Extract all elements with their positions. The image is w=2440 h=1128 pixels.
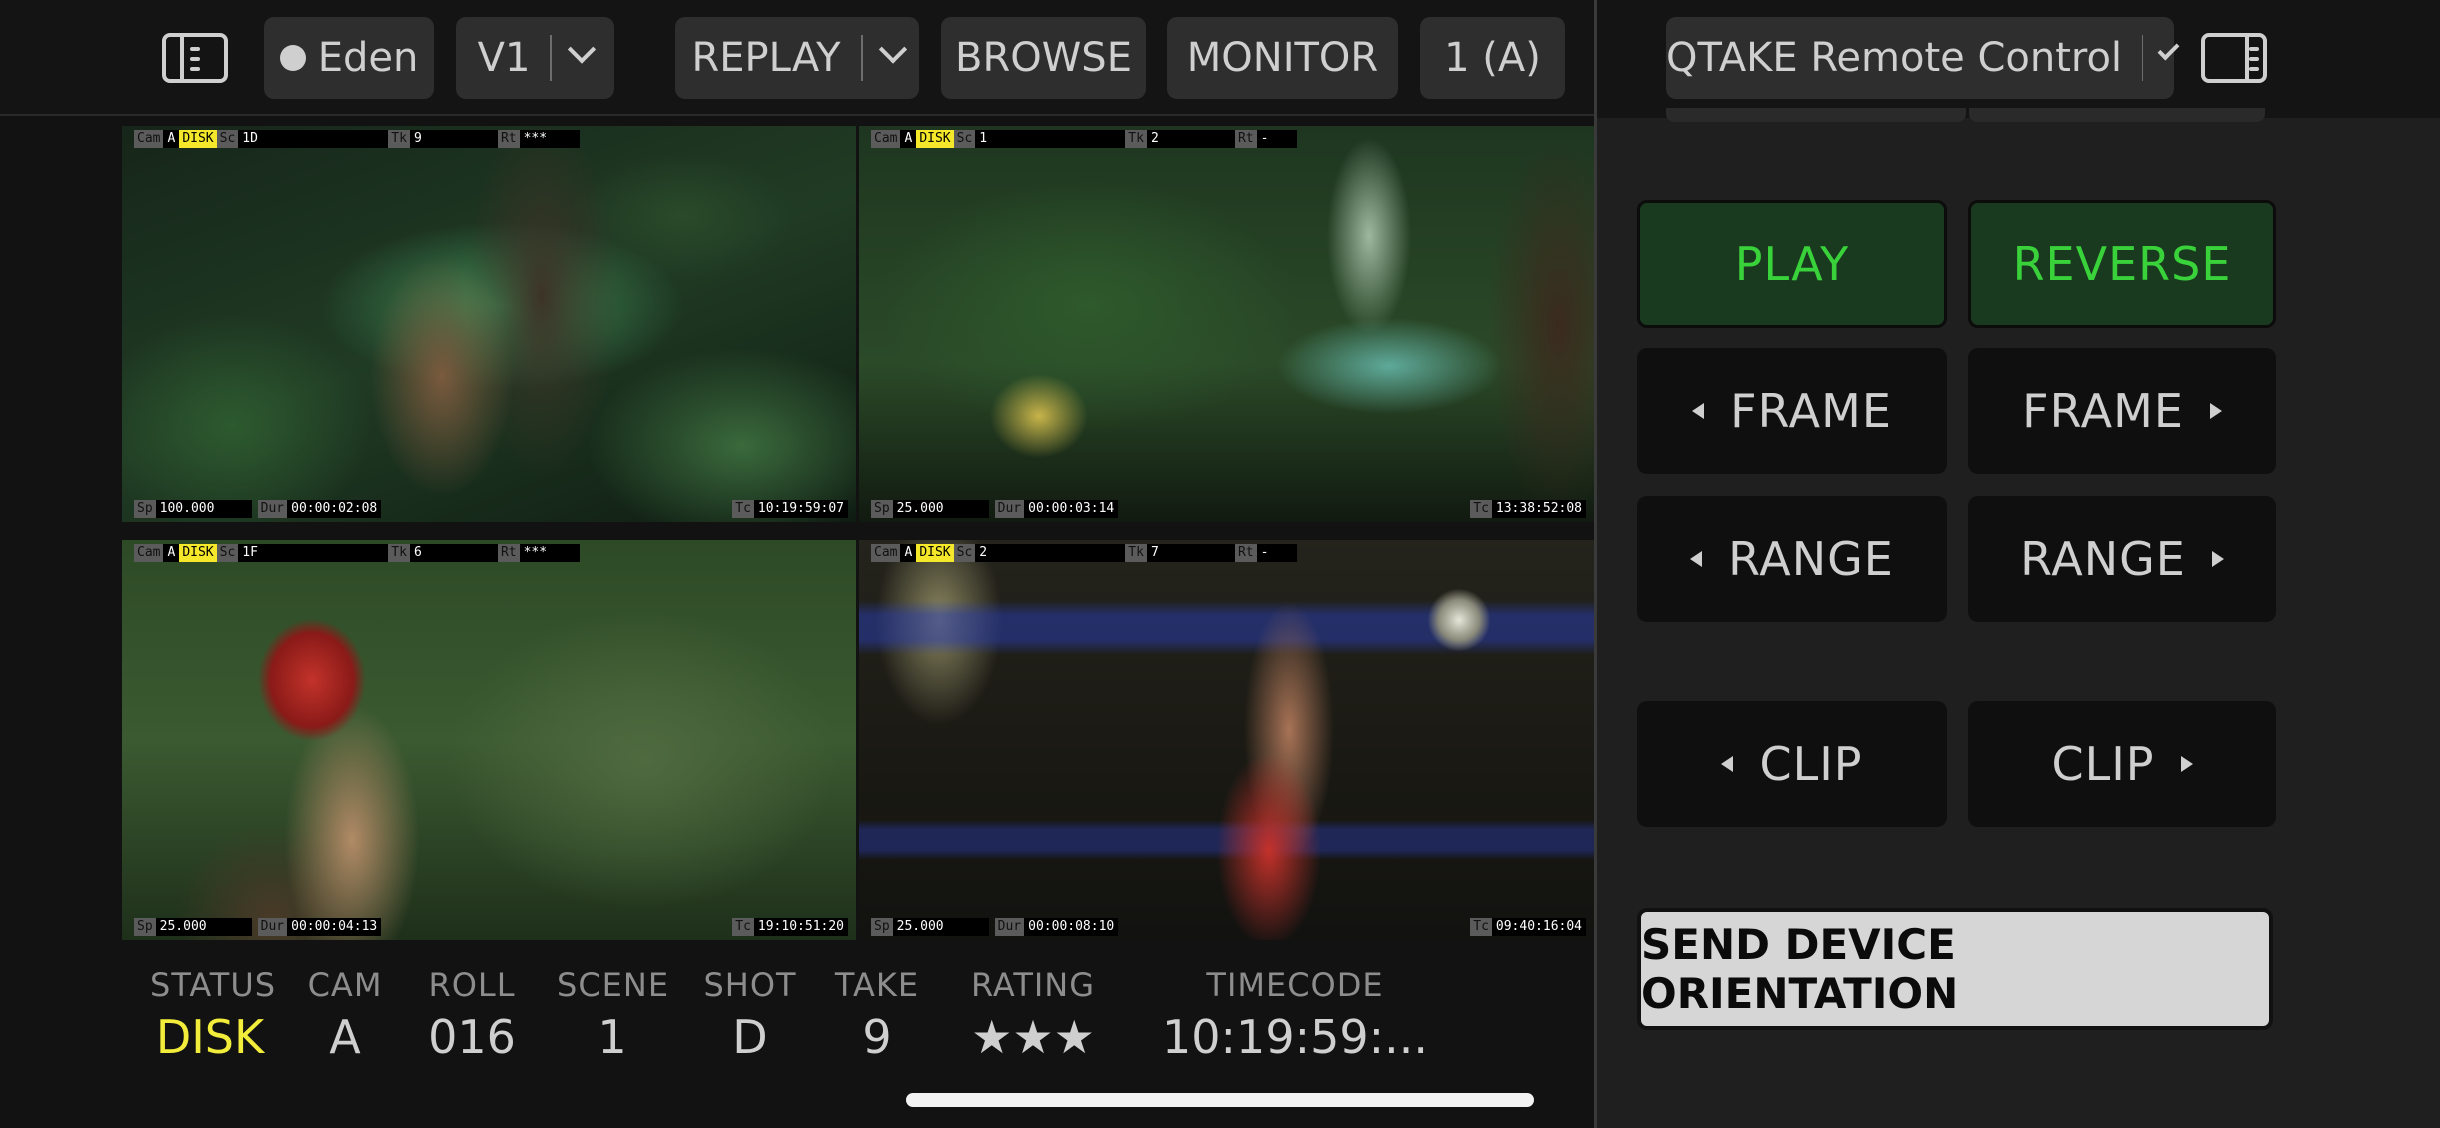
triangle-left-icon [1692, 403, 1705, 419]
meta-cam: CAM A [307, 966, 383, 1064]
remote-header: QTAKE Remote Control [1597, 0, 2440, 118]
view-layout-button[interactable]: 1 (A) [1420, 17, 1565, 99]
clip-header: Cam A DISK Sc 2 Tk 7 Rt - [871, 544, 1297, 562]
status-value: DISK [155, 1010, 265, 1064]
frame-forward-button[interactable]: FRAME [1968, 348, 2276, 474]
disk-badge: DISK [916, 544, 954, 562]
disk-badge: DISK [179, 544, 217, 562]
clip-footer-tc: Tc 19:10:51:20 [732, 918, 848, 936]
clip-footer-left: Sp 25.000 Dur 00:00:03:14 [871, 500, 1119, 518]
triangle-right-icon [2180, 756, 2193, 772]
right-sidebar-toggle-icon[interactable] [2201, 33, 2267, 83]
replay-button[interactable]: REPLAY [675, 17, 919, 99]
video-tile-1[interactable]: Cam A DISK Sc 1D Tk 9 Rt *** Sp 100.000 … [122, 126, 856, 522]
profile-button[interactable]: Eden [264, 17, 434, 99]
meta-take: TAKE 9 [834, 966, 920, 1064]
reverse-button[interactable]: REVERSE [1968, 200, 2276, 328]
meta-status: STATUS DISK [150, 966, 277, 1064]
home-indicator[interactable] [906, 1093, 1534, 1107]
meta-timecode: TIMECODE 10:19:59:... [1162, 966, 1428, 1064]
clip-footer-tc: Tc 09:40:16:04 [1470, 918, 1586, 936]
chevron-down-icon[interactable] [568, 35, 597, 64]
range-back-button[interactable]: RANGE [1637, 496, 1947, 622]
record-dot-icon [279, 45, 306, 71]
remote-title: QTAKE Remote Control [1666, 35, 2123, 81]
browse-button[interactable]: BROWSE [941, 17, 1146, 99]
monitor-button[interactable]: MONITOR [1167, 17, 1398, 99]
disk-badge: DISK [179, 130, 217, 148]
waterfall-pool-frame [859, 126, 1594, 522]
send-device-orientation-button[interactable]: SEND DEVICE ORIENTATION [1637, 908, 2273, 1030]
disk-badge: DISK [916, 130, 954, 148]
video-tile-4[interactable]: Cam A DISK Sc 2 Tk 7 Rt - Sp 25.000 Dur … [859, 540, 1594, 940]
meta-roll: ROLL 016 [428, 966, 516, 1064]
meta-shot: SHOT D [703, 966, 797, 1064]
version-label: V1 [477, 35, 531, 81]
monitor-grid: Cam A DISK Sc 1D Tk 9 Rt *** Sp 100.000 … [122, 124, 1594, 940]
triangle-left-icon [1721, 756, 1734, 772]
play-button[interactable]: PLAY [1637, 200, 1947, 328]
meta-rating: RATING ★★★ [955, 966, 1111, 1064]
chevron-down-icon[interactable] [878, 35, 907, 64]
meta-scene: SCENE 1 [557, 966, 670, 1064]
rating-stars: ★★★ [971, 1010, 1095, 1064]
version-selector[interactable]: V1 [456, 17, 614, 99]
clip-footer-tc: Tc 10:19:59:07 [732, 500, 848, 518]
jungle-woman-frame [122, 126, 856, 522]
clip-header: Cam A DISK Sc 1 Tk 2 Rt - [871, 130, 1297, 148]
clip-header: Cam A DISK Sc 1F Tk 6 Rt *** [134, 544, 580, 562]
clip-forward-button[interactable]: CLIP [1968, 701, 2276, 827]
profile-label: Eden [317, 35, 419, 81]
video-tile-2[interactable]: Cam A DISK Sc 1 Tk 2 Rt - Sp 25.000 Dur … [859, 126, 1594, 522]
remote-selector[interactable]: QTAKE Remote Control [1666, 17, 2180, 99]
video-tile-3[interactable]: Cam A DISK Sc 1F Tk 6 Rt *** Sp 25.000 D… [122, 540, 856, 940]
triangle-right-icon [2211, 551, 2224, 567]
clip-back-button[interactable]: CLIP [1637, 701, 1947, 827]
nightclub-frame [859, 540, 1594, 940]
clip-header: Cam A DISK Sc 1D Tk 9 Rt *** [134, 130, 580, 148]
clip-footer-tc: Tc 13:38:52:08 [1470, 500, 1586, 518]
remote-control-panel: QTAKE Remote Control PLAY REVERSE FRAME … [1597, 0, 2440, 1128]
clip-footer-left: Sp 25.000 Dur 00:00:04:13 [134, 918, 382, 936]
top-toolbar: Eden V1 REPLAY BROWSE MONITOR 1 (A) [0, 0, 1594, 116]
triangle-left-icon [1690, 551, 1703, 567]
clip-footer-left: Sp 100.000 Dur 00:00:02:08 [134, 500, 382, 518]
apple-branch-frame [122, 540, 856, 940]
range-forward-button[interactable]: RANGE [1968, 496, 2276, 622]
left-sidebar-toggle-icon[interactable] [162, 33, 228, 83]
chevron-down-icon[interactable] [2157, 38, 2180, 61]
clip-footer-left: Sp 25.000 Dur 00:00:08:10 [871, 918, 1119, 936]
triangle-right-icon [2209, 403, 2222, 419]
frame-back-button[interactable]: FRAME [1637, 348, 1947, 474]
replay-label: REPLAY [691, 35, 841, 81]
